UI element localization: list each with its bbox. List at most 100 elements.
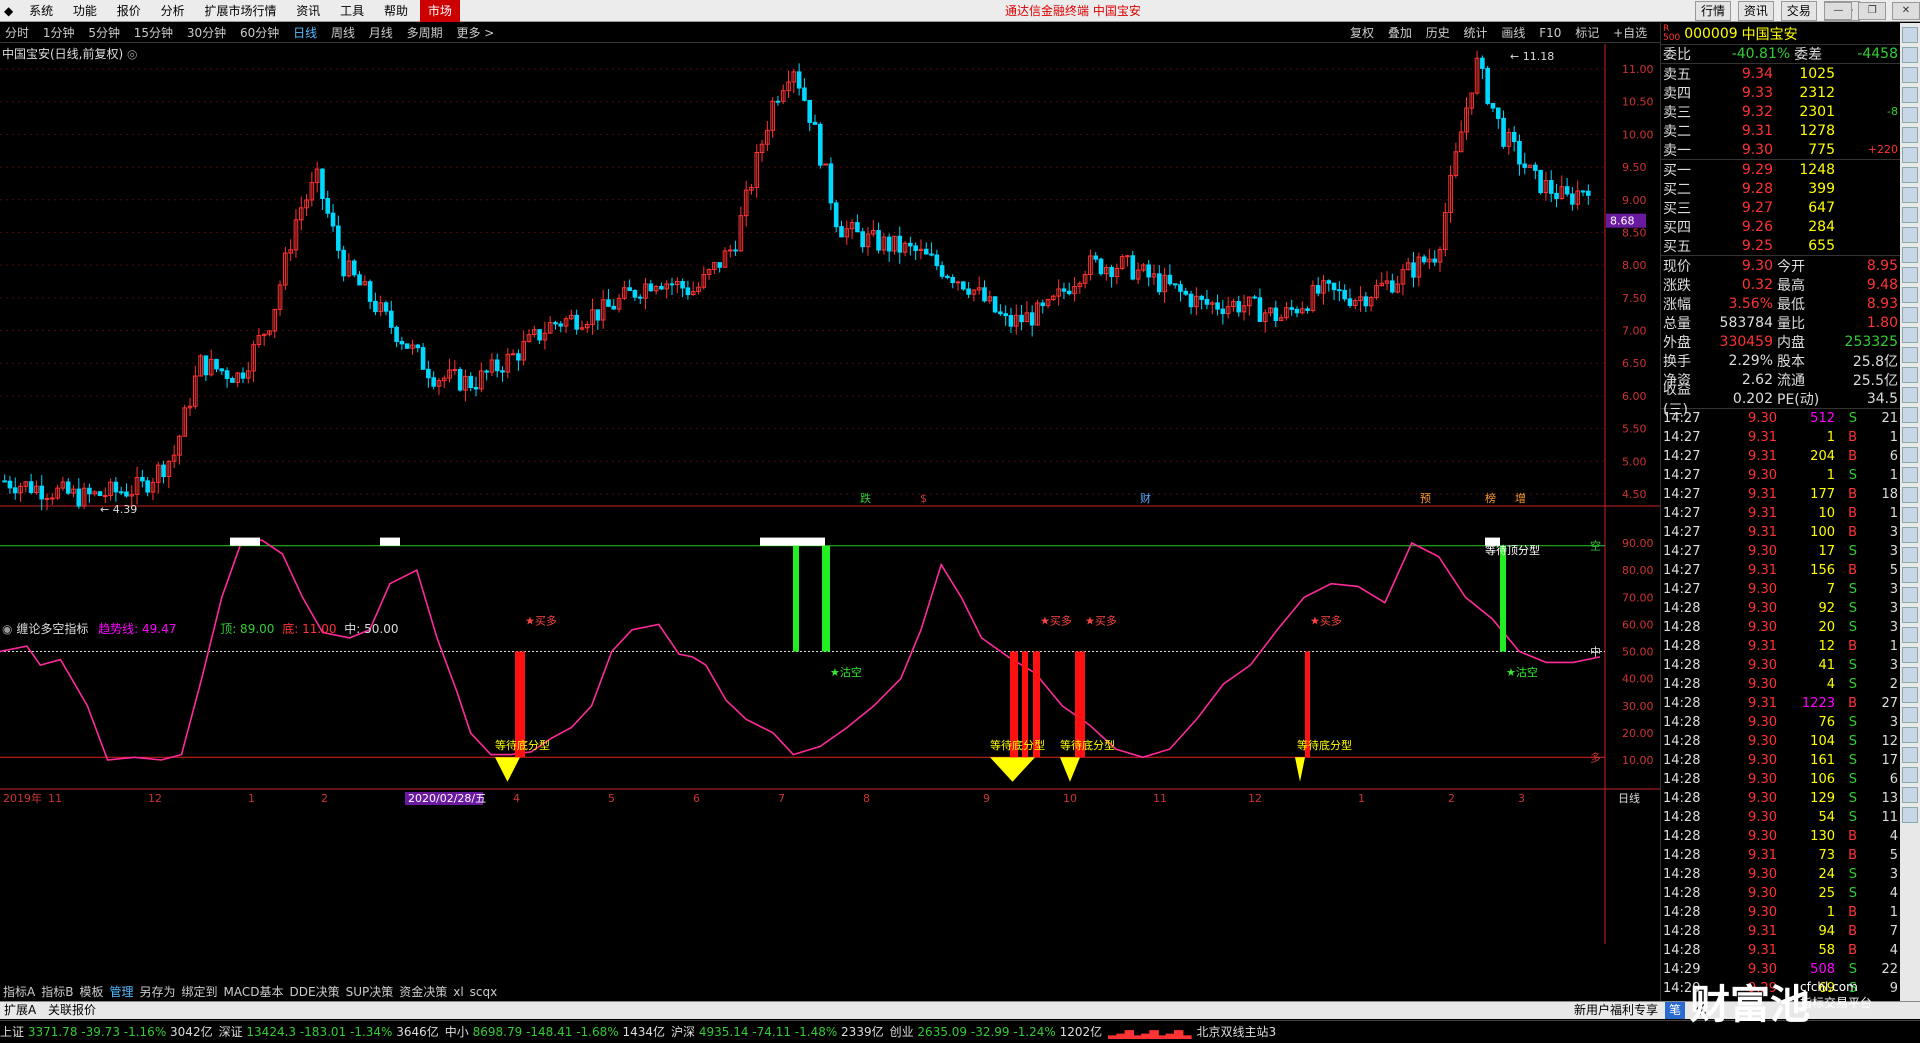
side-tool-icon[interactable] [1902,507,1918,523]
side-tool-icon[interactable] [1902,407,1918,423]
tick-list[interactable]: 14:27 9.30 512 S 21 14:27 9.31 1 B 1 14:27 9.31 204 B… [1661,409,1900,1017]
side-tool-icon[interactable] [1902,727,1918,743]
tool-stats[interactable]: 统计 [1459,23,1493,43]
side-tool-icon[interactable] [1902,287,1918,303]
indicator-tab[interactable]: 资金决策 [396,984,450,1001]
indicator-tab[interactable]: 模板 [76,984,106,1001]
tool-draw[interactable]: 画线 [1496,23,1530,43]
tab-bi[interactable]: 笔 [1665,1002,1686,1019]
tool-history[interactable]: 历史 [1421,23,1455,43]
side-tool-icon[interactable] [1902,707,1918,723]
side-tool-icon[interactable] [1902,67,1918,83]
menu-item-help[interactable]: 帮助 [376,0,416,22]
app-icon[interactable]: ◆ [0,0,17,22]
menu-item-market[interactable]: 市场 [419,0,460,22]
menu-item-system[interactable]: 系统 [21,0,61,22]
side-tool-icon[interactable] [1902,647,1918,663]
menu-item-quote[interactable]: 报价 [109,0,149,22]
side-tool-icon[interactable] [1902,567,1918,583]
side-tool-icon[interactable] [1902,327,1918,343]
indicator-tab[interactable]: scqx [467,984,501,1001]
period-tab[interactable]: 分时 [0,23,34,43]
indicator-tab[interactable]: 管理 [106,984,136,1001]
side-tool-icon[interactable] [1902,267,1918,283]
side-tool-icon[interactable] [1902,747,1918,763]
promo-link[interactable]: 新用户福利专享 [1570,1002,1662,1019]
side-tool-icon[interactable] [1902,27,1918,43]
side-tool-icon[interactable] [1902,227,1918,243]
side-tool-icon[interactable] [1902,167,1918,183]
side-tool-icon[interactable] [1902,87,1918,103]
side-tool-icon[interactable] [1902,107,1918,123]
tool-overlay[interactable]: 叠加 [1383,23,1417,43]
side-tool-icon[interactable] [1902,387,1918,403]
minimize-icon[interactable]: — [1824,2,1853,20]
maximize-icon[interactable]: ❐ [1858,2,1887,20]
side-tool-icon[interactable] [1902,447,1918,463]
side-tool-icon[interactable] [1902,127,1918,143]
tool-add-watch[interactable]: +自选 [1608,23,1652,43]
side-tool-icon[interactable] [1902,667,1918,683]
side-tool-icon[interactable] [1902,467,1918,483]
index-quote[interactable]: 上证 3371.78 -39.73 -1.16% 3042亿 [0,1021,213,1043]
side-tool-icon[interactable] [1902,607,1918,623]
indicator-tab[interactable]: DDE决策 [287,984,343,1001]
kline-chart[interactable]: 11.00 10.50 10.00 9.50 9.00 8.50 8.00 7.50 7.00 6… [0,44,1660,984]
side-tool-icon[interactable] [1902,587,1918,603]
indicator-tab[interactable]: xl [450,984,466,1001]
indicator-tab[interactable]: 绑定到 [179,984,221,1001]
period-tab[interactable]: 15分钟 [129,23,178,43]
ext-tab-a[interactable]: 扩展A [0,1002,40,1019]
period-tab[interactable]: 5分钟 [83,23,125,43]
settings-icon[interactable]: ◎ [127,47,137,61]
side-tool-icon[interactable] [1902,207,1918,223]
menu-item-analysis[interactable]: 分析 [153,0,193,22]
period-tab[interactable]: 周线 [326,23,360,43]
tool-fuquan[interactable]: 复权 [1345,23,1379,43]
indicator-tab[interactable]: 指标A [0,984,38,1001]
indicator-tab[interactable]: 指标B [38,984,76,1001]
side-tool-icon[interactable] [1902,427,1918,443]
index-quote[interactable]: 中小 8698.79 -148.41 -1.68% 1434亿 [445,1021,665,1043]
close-icon[interactable]: ✕ [1892,2,1920,20]
quote-button[interactable]: 行情 [1695,1,1732,21]
menu-item-tools[interactable]: 工具 [332,0,372,22]
period-tab-more[interactable]: 更多 > [451,23,499,43]
indicator-tab[interactable]: SUP决策 [343,984,397,1001]
side-tool-icon[interactable] [1902,627,1918,643]
tool-f10[interactable]: F10 [1534,23,1566,43]
period-tab[interactable]: 月线 [364,23,398,43]
side-tool-icon[interactable] [1902,527,1918,543]
index-quote[interactable]: 深证 13424.3 -183.01 -1.34% 3646亿 [219,1021,439,1043]
side-tool-icon[interactable] [1902,787,1918,803]
side-tool-icon[interactable] [1902,147,1918,163]
server-label[interactable]: 北京双线主站3 [1196,1021,1276,1043]
index-quote[interactable]: 沪深 4935.14 -74.11 -1.48% 2339亿 [671,1021,884,1043]
side-tool-icon[interactable] [1902,367,1918,383]
side-tool-icon[interactable] [1902,347,1918,363]
indicator-tab[interactable]: MACD基本 [221,984,287,1001]
side-tool-icon[interactable] [1902,307,1918,323]
period-tab[interactable]: 30分钟 [182,23,231,43]
side-tool-icon[interactable] [1902,247,1918,263]
indicator-toggle-icon[interactable]: ◉ [2,622,12,636]
index-quote[interactable]: 创业 2635.09 -32.99 -1.24% 1202亿 [890,1021,1103,1043]
trade-button[interactable]: 交易 [1780,1,1817,21]
side-tool-icon[interactable] [1902,187,1918,203]
side-tool-icon[interactable] [1902,547,1918,563]
menu-item-function[interactable]: 功能 [65,0,105,22]
menu-item-info[interactable]: 资讯 [288,0,328,22]
side-tool-icon[interactable] [1902,687,1918,703]
side-tool-icon[interactable] [1902,767,1918,783]
tool-mark[interactable]: 标记 [1570,23,1604,43]
period-tab[interactable]: 多周期 [402,23,448,43]
indicator-tab[interactable]: 另存为 [136,984,178,1001]
period-tab[interactable]: 1分钟 [38,23,80,43]
ext-related-quote[interactable]: 关联报价 [44,1002,100,1019]
menu-item-ext-market[interactable]: 扩展市场行情 [196,0,284,22]
side-tool-icon[interactable] [1902,487,1918,503]
period-tab[interactable]: 60分钟 [235,23,284,43]
side-tool-icon[interactable] [1902,807,1918,823]
info-button[interactable]: 资讯 [1737,1,1774,21]
period-tab-daily[interactable]: 日线 [288,23,322,43]
